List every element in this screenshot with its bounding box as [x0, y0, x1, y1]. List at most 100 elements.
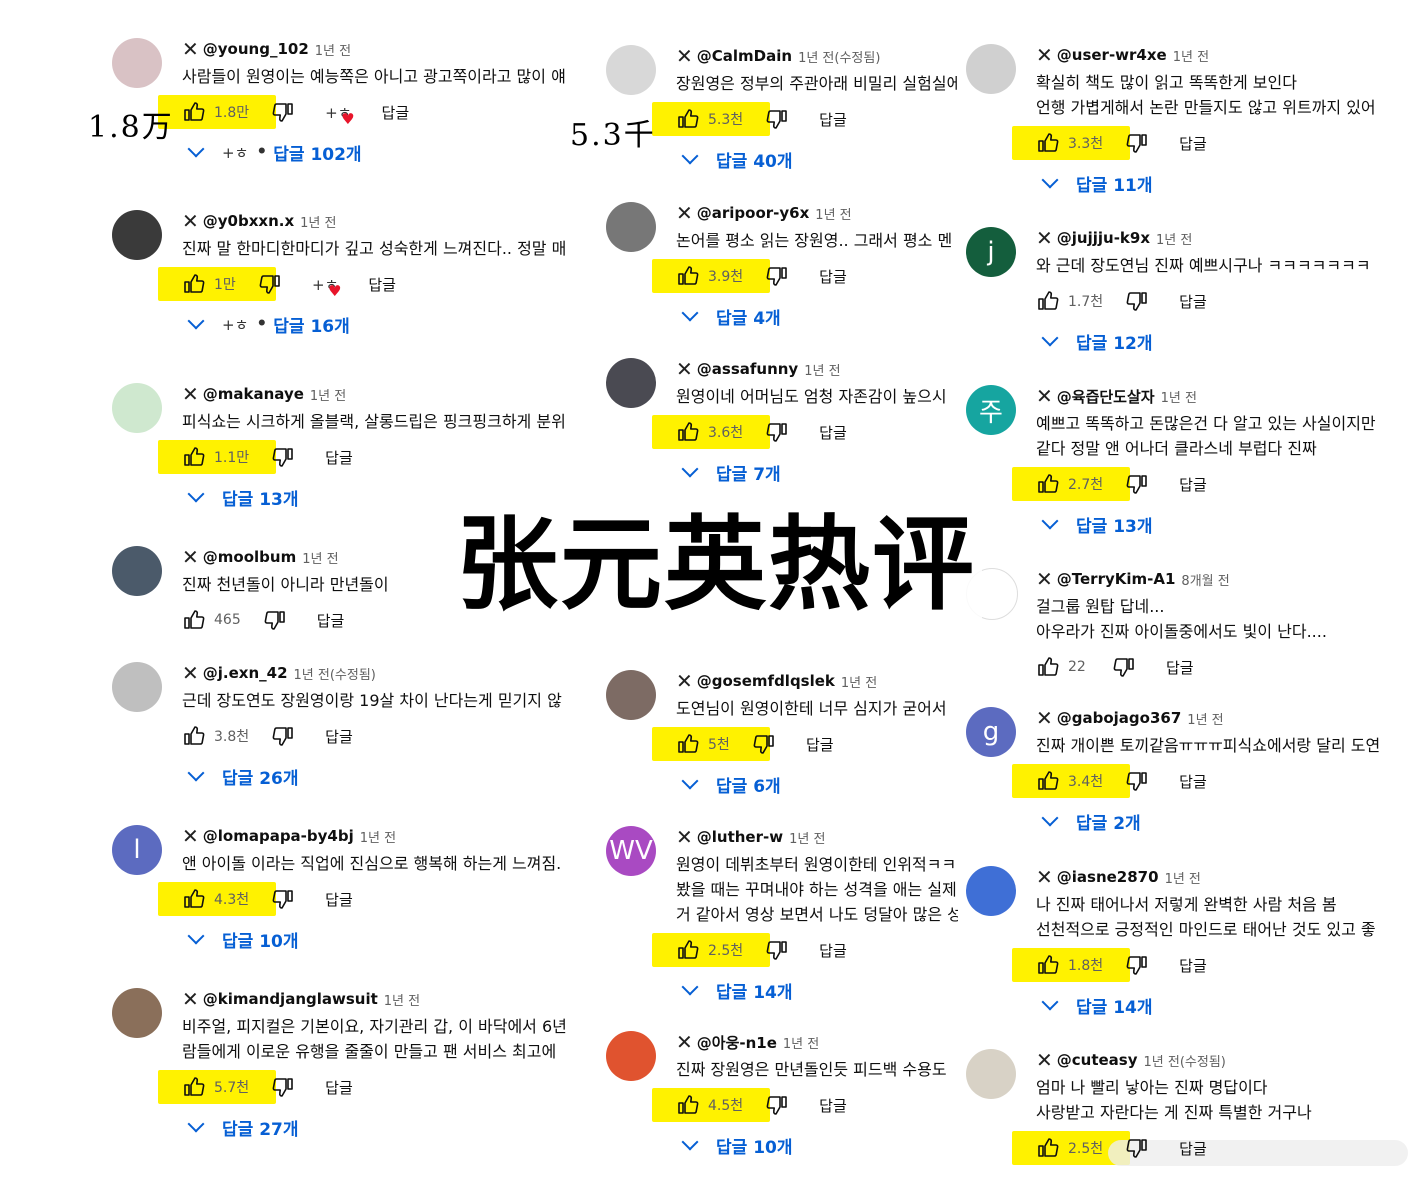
comment-author[interactable]: @CalmDain	[697, 47, 792, 65]
comment-author[interactable]: @아웅-n1e	[697, 1032, 777, 1053]
comment-author[interactable]: @gosemfdlqslek	[697, 672, 835, 690]
comment-time[interactable]: 1년 전(수정됨)	[1144, 1051, 1226, 1070]
thumbs-down-icon[interactable]	[1112, 655, 1136, 679]
comment-author[interactable]: @lomapapa-by4bj	[203, 827, 354, 845]
comment-time[interactable]: 1년 전	[310, 385, 346, 404]
thumbs-down-icon[interactable]	[1125, 131, 1149, 155]
comment-author[interactable]: @cuteasy	[1057, 1051, 1138, 1069]
avatar[interactable]	[112, 988, 162, 1038]
comment-time[interactable]: 1년 전	[1187, 709, 1223, 728]
comment-time[interactable]: 8개월 전	[1181, 570, 1229, 589]
view-replies-button[interactable]: 답글 26개	[187, 761, 592, 791]
like-button[interactable]: 3.3천	[1036, 131, 1125, 155]
like-button[interactable]: 5.3천	[676, 107, 765, 131]
reply-button[interactable]: 답글	[819, 422, 847, 443]
avatar[interactable]	[966, 866, 1016, 916]
comment-time[interactable]: 1년 전	[302, 548, 338, 567]
comment-time[interactable]: 1년 전	[300, 212, 336, 231]
like-button[interactable]: 3.4천	[1036, 769, 1125, 793]
view-replies-button[interactable]: +ㅎ • 답글 102개	[187, 137, 592, 167]
like-button[interactable]: 1만	[182, 272, 258, 296]
like-button[interactable]: 4.3천	[182, 887, 271, 911]
reply-button[interactable]: 답글	[819, 109, 847, 130]
avatar[interactable]	[606, 670, 656, 720]
view-replies-button[interactable]: 답글 13개	[1041, 509, 1394, 539]
avatar[interactable]: j	[966, 227, 1016, 277]
like-button[interactable]: 1.8만	[182, 100, 271, 124]
comment-author[interactable]: @luther-w	[697, 828, 783, 846]
thumbs-down-icon[interactable]	[1125, 769, 1149, 793]
comment-time[interactable]: 1년 전	[783, 1033, 819, 1052]
thumbs-down-icon[interactable]	[271, 1075, 295, 1099]
like-button[interactable]: 3.6천	[676, 420, 765, 444]
view-replies-button[interactable]: 답글 40개	[681, 144, 958, 174]
reply-button[interactable]: 답글	[819, 940, 847, 961]
like-button[interactable]: 2.5천	[1036, 1136, 1125, 1160]
like-button[interactable]: 5천	[676, 732, 752, 756]
comment-time[interactable]: 1년 전	[1173, 46, 1209, 65]
thumbs-down-icon[interactable]	[263, 608, 287, 632]
like-button[interactable]: 22	[1036, 655, 1112, 679]
avatar[interactable]	[606, 1031, 656, 1081]
comment-time[interactable]: 1년 전	[841, 672, 877, 691]
view-replies-button[interactable]: 답글 2개	[1041, 806, 1394, 836]
comment-author[interactable]: @young_102	[203, 40, 309, 58]
comment-author[interactable]: @user-wr4xe	[1057, 46, 1167, 64]
view-replies-button[interactable]: 답글 6개	[681, 769, 958, 799]
comment-time[interactable]: 1년 전	[384, 990, 420, 1009]
reply-button[interactable]: 답글	[368, 274, 396, 295]
view-replies-button[interactable]: +ㅎ • 답글 16개	[187, 309, 592, 339]
comment-author[interactable]: @aripoor-y6x	[697, 204, 810, 222]
thumbs-down-icon[interactable]	[271, 887, 295, 911]
like-button[interactable]: 5.7천	[182, 1075, 271, 1099]
view-replies-button[interactable]: 답글 12개	[1041, 326, 1394, 356]
avatar[interactable]	[606, 358, 656, 408]
view-replies-button[interactable]: 답글 10개	[681, 1130, 958, 1160]
thumbs-down-icon[interactable]	[271, 445, 295, 469]
reply-button[interactable]: 답글	[1179, 1138, 1207, 1159]
avatar[interactable]	[966, 1049, 1016, 1099]
view-replies-button[interactable]: 답글 4개	[681, 301, 958, 331]
view-replies-button[interactable]: 답글 14개	[1041, 990, 1394, 1020]
like-button[interactable]: 2.5천	[676, 938, 765, 962]
reply-button[interactable]: 답글	[325, 1077, 353, 1098]
comment-author[interactable]: @kimandjanglawsuit	[203, 990, 378, 1008]
like-button[interactable]: 465	[182, 608, 263, 632]
comment-time[interactable]: 1년 전	[315, 40, 351, 59]
thumbs-down-icon[interactable]	[1125, 289, 1149, 313]
thumbs-down-icon[interactable]	[271, 724, 295, 748]
avatar[interactable]	[112, 662, 162, 712]
thumbs-down-icon[interactable]	[765, 420, 789, 444]
thumbs-down-icon[interactable]	[765, 107, 789, 131]
reply-button[interactable]: 답글	[819, 266, 847, 287]
like-button[interactable]: 1.7천	[1036, 289, 1125, 313]
reply-button[interactable]: 답글	[325, 726, 353, 747]
thumbs-down-icon[interactable]	[765, 1093, 789, 1117]
avatar[interactable]	[606, 202, 656, 252]
comment-time[interactable]: 1년 전(수정됨)	[798, 47, 880, 66]
comment-author[interactable]: @육즙단도살자	[1057, 386, 1155, 407]
comment-time[interactable]: 1년 전	[1161, 387, 1197, 406]
reply-button[interactable]: 답글	[819, 1095, 847, 1116]
reply-button[interactable]: 답글	[1179, 474, 1207, 495]
comment-author[interactable]: @j.exn_42	[203, 664, 288, 682]
like-button[interactable]: 3.9천	[676, 264, 765, 288]
thumbs-down-icon[interactable]	[765, 938, 789, 962]
comment-time[interactable]: 1년 전(수정됨)	[294, 664, 376, 683]
comment-author[interactable]: @gabojago367	[1057, 709, 1182, 727]
comment-time[interactable]: 1년 전	[804, 360, 840, 379]
avatar[interactable]: g	[966, 707, 1016, 757]
thumbs-down-icon[interactable]	[1125, 472, 1149, 496]
reply-button[interactable]: 답글	[1166, 657, 1194, 678]
reply-button[interactable]: 답글	[1179, 955, 1207, 976]
reply-button[interactable]: 답글	[1179, 133, 1207, 154]
comment-author[interactable]: @iasne2870	[1057, 868, 1159, 886]
reply-button[interactable]: 답글	[317, 610, 345, 631]
reply-button[interactable]: 답글	[325, 889, 353, 910]
comment-author[interactable]: @TerryKim-A1	[1057, 570, 1176, 588]
thumbs-down-icon[interactable]	[765, 264, 789, 288]
like-button[interactable]: 2.7천	[1036, 472, 1125, 496]
thumbs-down-icon[interactable]	[1125, 1136, 1149, 1160]
avatar[interactable]	[606, 45, 656, 95]
comment-time[interactable]: 1년 전	[789, 828, 825, 847]
